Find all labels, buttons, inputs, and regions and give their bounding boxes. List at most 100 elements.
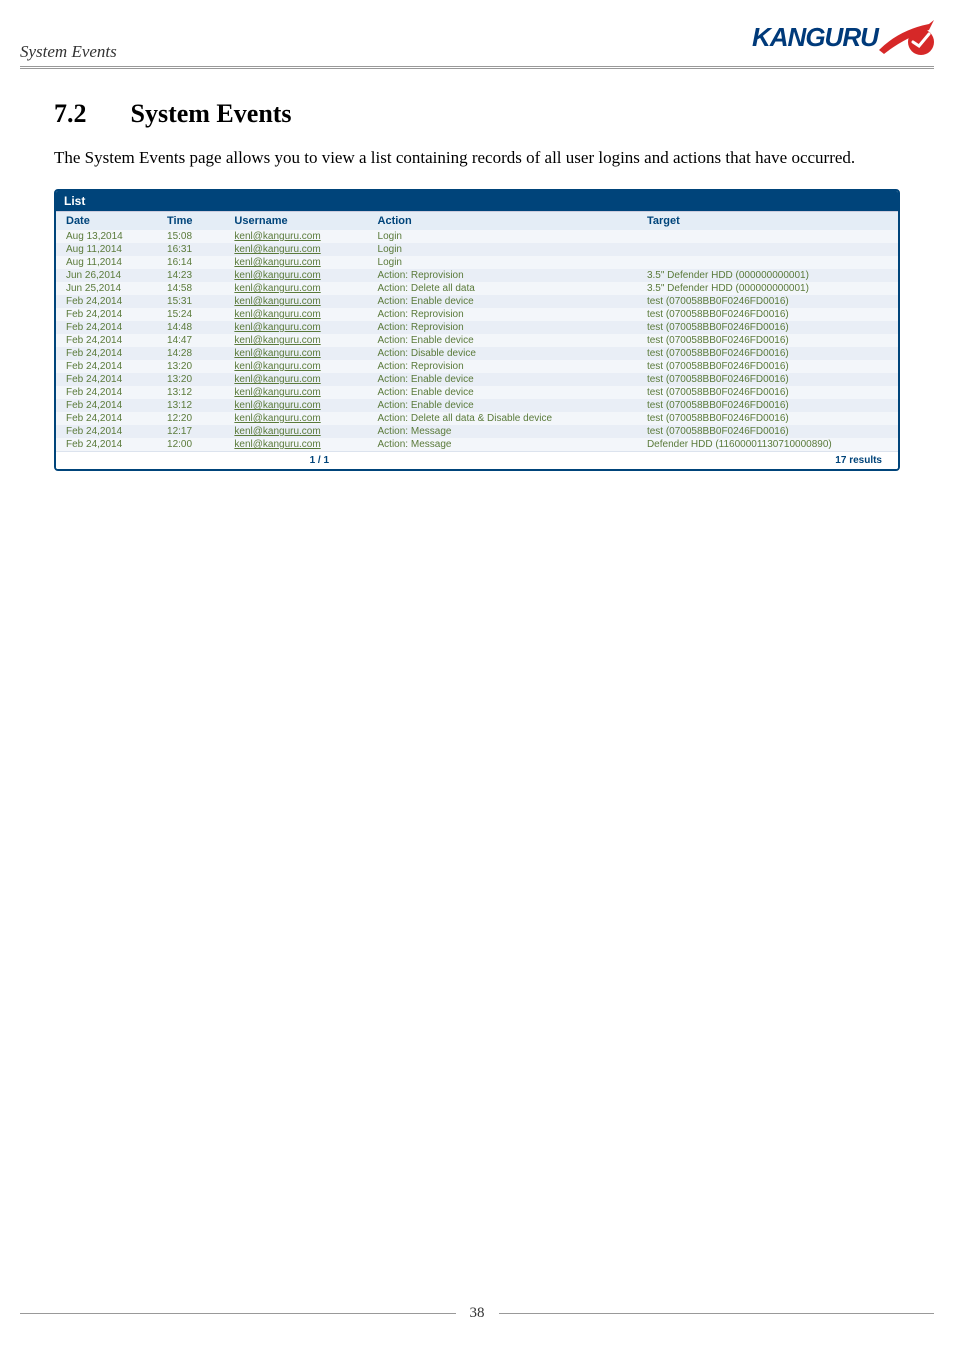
cell-target — [637, 243, 898, 256]
cell-target: 3.5" Defender HDD (000000000001) — [637, 269, 898, 282]
cell-username: kenl@kanguru.com — [224, 243, 367, 256]
username-link[interactable]: kenl@kanguru.com — [234, 322, 320, 333]
table-row: Feb 24,201412:20kenl@kanguru.comAction: … — [56, 412, 898, 425]
table-row: Feb 24,201413:12 kenl@kanguru.com Action: … — [56, 386, 898, 399]
cell-action: Action: Enable device — [368, 295, 637, 308]
cell-date: Feb 24,2014 — [56, 386, 157, 399]
cell-username: kenl@kanguru.com — [224, 321, 367, 334]
cell-action: Action: Message — [368, 438, 637, 451]
cell-date: Aug 11,2014 — [56, 256, 157, 269]
cell-time: 13:12 — [157, 399, 224, 412]
cell-target: test (070058BB0F0246FD0016) — [637, 360, 898, 373]
cell-date: Feb 24,2014 — [56, 308, 157, 321]
page-footer: 38 — [20, 1305, 934, 1322]
cell-username: kenl@kanguru.com — [224, 360, 367, 373]
cell-action: Action: Disable device — [368, 347, 637, 360]
cell-time: 14:47 — [157, 334, 224, 347]
cell-action: Action: Delete all data & Disable device — [368, 412, 637, 425]
table-row: Feb 24,201415:31 kenl@kanguru.com Action: … — [56, 295, 898, 308]
username-link[interactable]: kenl@kanguru.com — [234, 439, 320, 450]
logo-text: KANGURU — [752, 22, 878, 53]
col-date[interactable]: Date — [56, 212, 157, 231]
cell-username: kenl@kanguru.com — [224, 269, 367, 282]
header-title: System Events — [20, 42, 117, 62]
cell-target: test (070058BB0F0246FD0016) — [637, 425, 898, 438]
username-link[interactable]: kenl@kanguru.com — [234, 309, 320, 320]
cell-action: Login — [368, 230, 637, 243]
cell-action: Action: Enable device — [368, 386, 637, 399]
cell-target: test (070058BB0F0246FD0016) — [637, 373, 898, 386]
cell-target: test (070058BB0F0246FD0016) — [637, 399, 898, 412]
username-link[interactable]: kenl@kanguru.com — [234, 270, 320, 281]
events-table: Date Time Username Action Target Aug 13,… — [56, 211, 898, 451]
table-row: Feb 24,201414:48kenl@kanguru.comAction: … — [56, 321, 898, 334]
page-header: System Events KANGURU — [20, 20, 934, 69]
cell-action: Action: Delete all data — [368, 282, 637, 295]
cell-target: test (070058BB0F0246FD0016) — [637, 347, 898, 360]
col-action[interactable]: Action — [368, 212, 637, 231]
username-link[interactable]: kenl@kanguru.com — [234, 257, 320, 268]
cell-username: kenl@kanguru.com — [224, 373, 367, 386]
section-heading: 7.2 System Events — [54, 99, 934, 129]
cell-action: Action: Enable device — [368, 399, 637, 412]
cell-action: Login — [368, 256, 637, 269]
cell-time: 13:12 — [157, 386, 224, 399]
cell-date: Feb 24,2014 — [56, 360, 157, 373]
results-label: 17 results — [740, 455, 888, 466]
cell-time: 12:17 — [157, 425, 224, 438]
cell-target — [637, 256, 898, 269]
cell-date: Jun 25,2014 — [56, 282, 157, 295]
section-body: The System Events page allows you to vie… — [54, 147, 900, 169]
table-header-row: Date Time Username Action Target — [56, 212, 898, 231]
username-link[interactable]: kenl@kanguru.com — [234, 361, 320, 372]
cell-time: 14:23 — [157, 269, 224, 282]
username-link[interactable]: kenl@kanguru.com — [234, 374, 320, 385]
cell-date: Feb 24,2014 — [56, 412, 157, 425]
username-link[interactable]: kenl@kanguru.com — [234, 426, 320, 437]
username-link[interactable]: kenl@kanguru.com — [234, 231, 320, 242]
cell-date: Feb 24,2014 — [56, 295, 157, 308]
username-link[interactable]: kenl@kanguru.com — [234, 413, 320, 424]
cell-target — [637, 230, 898, 243]
table-row: Feb 24,201413:12 kenl@kanguru.com Action: … — [56, 399, 898, 412]
cell-username: kenl@kanguru.com — [224, 412, 367, 425]
cell-date: Feb 24,2014 — [56, 373, 157, 386]
username-link[interactable]: kenl@kanguru.com — [234, 296, 320, 307]
col-user[interactable]: Username — [224, 212, 367, 231]
cell-action: Action: Enable device — [368, 334, 637, 347]
username-link[interactable]: kenl@kanguru.com — [234, 244, 320, 255]
cell-action: Action: Reprovision — [368, 308, 637, 321]
cell-date: Feb 24,2014 — [56, 334, 157, 347]
username-link[interactable]: kenl@kanguru.com — [234, 283, 320, 294]
col-target[interactable]: Target — [637, 212, 898, 231]
table-row: Feb 24,201414:28kenl@kanguru.comAction: … — [56, 347, 898, 360]
table-row: Feb 24,201413:20kenl@kanguru.comAction: … — [56, 360, 898, 373]
cell-target: test (070058BB0F0246FD0016) — [637, 308, 898, 321]
cell-username: kenl@kanguru.com — [224, 256, 367, 269]
section-title: System Events — [131, 99, 292, 128]
cell-date: Feb 24,2014 — [56, 438, 157, 451]
cell-action: Login — [368, 243, 637, 256]
username-link[interactable]: kenl@kanguru.com — [234, 335, 320, 346]
table-row: Feb 24,201415:24 kenl@kanguru.com Action: … — [56, 308, 898, 321]
cell-username: kenl@kanguru.com — [224, 282, 367, 295]
username-link[interactable]: kenl@kanguru.com — [234, 400, 320, 411]
cell-date: Feb 24,2014 — [56, 399, 157, 412]
cell-target: test (070058BB0F0246FD0016) — [637, 412, 898, 425]
cell-action: Action: Reprovision — [368, 360, 637, 373]
cell-target: test (070058BB0F0246FD0016) — [637, 334, 898, 347]
cell-time: 12:00 — [157, 438, 224, 451]
cell-action: Action: Message — [368, 425, 637, 438]
cell-date: Feb 24,2014 — [56, 321, 157, 334]
username-link[interactable]: kenl@kanguru.com — [234, 387, 320, 398]
cell-time: 15:31 — [157, 295, 224, 308]
table-row: Feb 24,201414:47 kenl@kanguru.com Action: … — [56, 334, 898, 347]
cell-username: kenl@kanguru.com — [224, 425, 367, 438]
col-time[interactable]: Time — [157, 212, 224, 231]
cell-date: Aug 11,2014 — [56, 243, 157, 256]
cell-time: 15:08 — [157, 230, 224, 243]
cell-time: 14:58 — [157, 282, 224, 295]
cell-time: 15:24 — [157, 308, 224, 321]
cell-username: kenl@kanguru.com — [224, 295, 367, 308]
username-link[interactable]: kenl@kanguru.com — [234, 348, 320, 359]
